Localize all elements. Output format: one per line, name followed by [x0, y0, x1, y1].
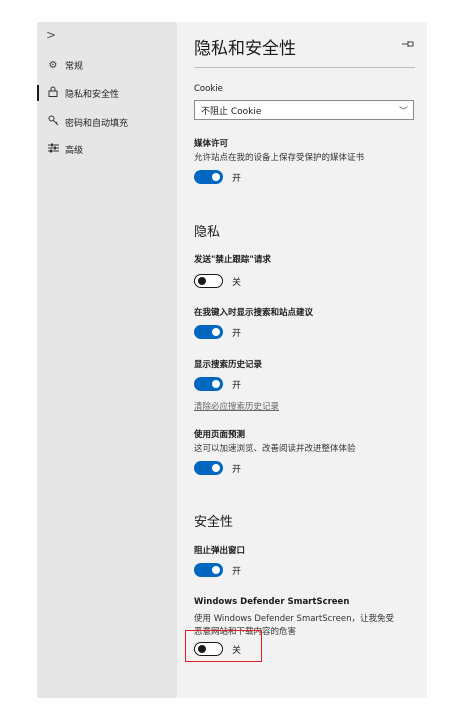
dnt-toggle[interactable]: 关	[194, 274, 241, 288]
search-suggest-label: 在我键入时显示搜索和站点建议	[194, 308, 314, 318]
sliders-icon	[47, 143, 59, 156]
highlight-box	[185, 630, 262, 662]
sidebar-item-general[interactable]: ⚙ 常规	[37, 54, 177, 76]
page-prediction-toggle[interactable]: 开	[194, 461, 241, 475]
toggle-state: 关	[232, 277, 242, 288]
sidebar-item-privacy[interactable]: 隐私和安全性	[37, 82, 177, 104]
sidebar-item-label: 常规	[65, 61, 84, 72]
sidebar: > ⚙ 常规 隐私和安全性 密码和自动填充 高级	[37, 22, 177, 698]
toggle-state: 开	[232, 380, 242, 391]
pin-icon[interactable]	[402, 40, 414, 51]
page-title: 隐私和安全性	[194, 39, 296, 59]
smartscreen-desc-line1: 使用 Windows Defender SmartScreen，让我免受	[194, 614, 394, 624]
toggle-switch[interactable]	[194, 377, 223, 391]
popup-blocker-toggle[interactable]: 开	[194, 563, 241, 577]
sidebar-item-passwords[interactable]: 密码和自动填充	[37, 111, 177, 133]
toggle-switch[interactable]	[194, 461, 223, 475]
search-suggest-toggle[interactable]: 开	[194, 325, 241, 339]
page-prediction-desc: 这可以加速浏览、改善阅读并改进整体体验	[194, 444, 356, 454]
expand-chevron-icon[interactable]: >	[46, 28, 56, 42]
cookie-select[interactable]: 不阻止 Cookie ﹀	[194, 100, 414, 120]
clear-bing-history-link[interactable]: 清除必应搜索历史记录	[194, 400, 279, 412]
toggle-state: 开	[232, 566, 242, 577]
search-history-toggle[interactable]: 开	[194, 377, 241, 391]
toggle-state: 开	[232, 173, 242, 184]
security-heading: 安全性	[194, 515, 234, 530]
toggle-switch[interactable]	[194, 325, 223, 339]
chevron-down-icon: ﹀	[399, 106, 409, 117]
privacy-heading: 隐私	[194, 225, 221, 240]
dnt-label: 发送"禁止跟踪"请求	[194, 255, 271, 265]
gear-icon: ⚙	[48, 59, 58, 71]
popup-blocker-label: 阻止弹出窗口	[194, 546, 246, 556]
sidebar-item-label: 高级	[65, 145, 84, 156]
toggle-switch[interactable]	[194, 563, 223, 577]
title-divider	[194, 67, 415, 68]
media-license-label: 媒体许可	[194, 139, 229, 149]
media-license-desc: 允许站点在我的设备上保存受保护的媒体证书	[194, 153, 365, 163]
toggle-state: 开	[232, 464, 242, 475]
sidebar-item-advanced[interactable]: 高级	[37, 138, 177, 160]
cookie-label: Cookie	[194, 84, 223, 94]
search-history-label: 显示搜索历史记录	[194, 360, 263, 370]
sidebar-item-label: 密码和自动填充	[65, 118, 129, 129]
toggle-state: 开	[232, 328, 242, 339]
toggle-switch[interactable]	[194, 274, 223, 288]
cookie-select-value: 不阻止 Cookie	[201, 106, 262, 117]
toggle-switch[interactable]	[194, 170, 223, 184]
smartscreen-label: Windows Defender SmartScreen	[194, 597, 350, 607]
key-icon	[47, 115, 59, 129]
sidebar-item-label: 隐私和安全性	[65, 89, 120, 100]
media-license-toggle[interactable]: 开	[194, 170, 241, 184]
lock-icon	[47, 86, 59, 100]
page-prediction-label: 使用页面预测	[194, 430, 246, 440]
